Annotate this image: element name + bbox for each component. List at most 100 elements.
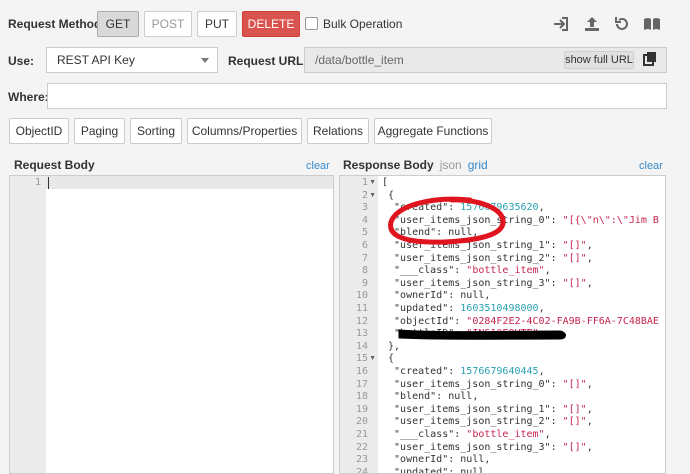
- post-button[interactable]: POST: [144, 11, 192, 37]
- json-key: "user_items_json_string_2":: [382, 252, 563, 264]
- fold-toggle-icon[interactable]: ▼: [369, 179, 376, 186]
- json-key: "blend":: [382, 227, 449, 239]
- request-body-editor[interactable]: 1: [9, 175, 334, 474]
- json-value: "[]": [562, 441, 587, 453]
- line-number: 22: [355, 441, 368, 453]
- tab-sorting[interactable]: Sorting: [130, 118, 182, 144]
- where-label: Where:: [8, 90, 49, 104]
- get-button[interactable]: GET: [97, 11, 139, 37]
- code-line: {: [382, 353, 394, 364]
- json-value: "[]": [562, 240, 587, 251]
- json-value: "[]": [562, 416, 587, 428]
- request-gutter: 1: [10, 176, 46, 473]
- use-label: Use:: [8, 54, 35, 68]
- code-line: "ownerId": null,: [382, 454, 490, 465]
- json-punctuation: ,: [586, 416, 593, 428]
- code-line: "bottleID": "INS10E0HTE": [382, 328, 539, 339]
- json-key: "updated":: [382, 466, 461, 474]
- response-gutter: 1 ▼ 2 ▼ 3 4 5 6 7 8 9 10 11 12 13 14 15 ▼ 16 17 18 19 20 21 22 23…: [340, 176, 378, 473]
- json-key: "bottleID":: [382, 328, 467, 340]
- request-clear-link[interactable]: clear: [306, 160, 330, 172]
- line-number: 18: [355, 391, 368, 403]
- json-punctuation: ,: [586, 378, 593, 390]
- book-icon[interactable]: [643, 15, 661, 33]
- tab-paging[interactable]: Paging: [74, 118, 125, 144]
- json-value: null: [448, 391, 473, 403]
- code-line: "user_items_json_string_0": "[]",: [382, 379, 593, 390]
- json-punctuation: ,: [586, 441, 593, 453]
- fold-toggle-icon[interactable]: ▼: [369, 355, 376, 362]
- delete-button[interactable]: DELETE: [242, 11, 300, 37]
- response-body-editor[interactable]: 1 ▼ 2 ▼ 3 4 5 6 7 8 9 10 11 12 13 14 15 ▼ 16 17 18 19 20 21 22 23…: [339, 175, 666, 474]
- code-line: "user_items_json_string_2": "[]",: [382, 416, 593, 427]
- active-line: [10, 176, 333, 189]
- line-number: 2: [361, 189, 368, 201]
- code-line: "user_items_json_string_2": "[]",: [382, 253, 593, 264]
- upload-icon[interactable]: [583, 15, 601, 33]
- code-line: "created": 1576679635620,: [382, 202, 545, 213]
- tab-aggregate-functions[interactable]: Aggregate Functions: [374, 118, 492, 144]
- json-punctuation: ,: [586, 277, 593, 289]
- json-value: null: [460, 290, 485, 302]
- code-line: "___class": "bottle_item",: [382, 265, 551, 276]
- json-punctuation: {: [382, 189, 395, 201]
- code-line: "user_items_json_string_3": "[]",: [382, 278, 593, 289]
- json-key: "updated":: [382, 303, 461, 314]
- json-value: "0284F2E2-4C02-FA9B-FF6A-7C48BAE: [466, 315, 659, 327]
- json-punctuation: ,: [472, 227, 479, 239]
- api-key-select[interactable]: REST API Key: [46, 47, 218, 73]
- json-value: "[]": [562, 403, 587, 415]
- copy-icon[interactable]: [642, 51, 658, 67]
- code-line: "blend": null,: [382, 227, 478, 238]
- line-number: 20: [355, 416, 368, 428]
- login-icon[interactable]: [552, 15, 570, 33]
- put-button[interactable]: PUT: [197, 11, 237, 37]
- code-line: "updated": 1603510498000,: [382, 303, 545, 314]
- json-punctuation: ,: [484, 454, 491, 466]
- json-punctuation: {: [382, 353, 395, 365]
- bulk-operation-checkbox[interactable]: [305, 17, 318, 30]
- line-number: 12: [355, 315, 368, 327]
- json-punctuation: ,: [538, 202, 545, 214]
- request-method-label: Request Method:: [8, 17, 106, 31]
- json-key: "created":: [382, 202, 461, 214]
- tab-relations[interactable]: Relations: [307, 118, 369, 144]
- where-input[interactable]: [47, 83, 667, 109]
- json-key: "ownerId":: [382, 454, 461, 466]
- line-number: 21: [355, 429, 368, 440]
- line-number: 5: [361, 227, 368, 239]
- request-url-label: Request URL:: [228, 54, 308, 68]
- grid-tab[interactable]: grid: [468, 158, 488, 172]
- json-key: "user_items_json_string_0":: [382, 214, 563, 226]
- line-number: 13: [355, 328, 368, 340]
- line-number: 1: [34, 177, 41, 188]
- line-number: 15: [355, 353, 368, 365]
- json-key: "___class":: [382, 265, 467, 277]
- undo-icon[interactable]: [613, 15, 631, 33]
- json-value: "INS10E0HTE": [466, 328, 539, 340]
- tab-objectid[interactable]: ObjectID: [9, 118, 69, 144]
- json-key: "user_items_json_string_1":: [382, 403, 563, 415]
- line-number: 16: [355, 366, 368, 377]
- json-punctuation: ,: [586, 252, 593, 264]
- response-clear-link[interactable]: clear: [639, 160, 663, 172]
- line-number: 23: [355, 454, 368, 466]
- json-punctuation: ,: [538, 303, 545, 314]
- json-value: 1576679635620: [460, 202, 539, 214]
- code-line: "user_items_json_string_1": "[]",: [382, 240, 593, 251]
- fold-toggle-icon[interactable]: ▼: [369, 192, 376, 199]
- code-line: },: [382, 341, 400, 352]
- json-key: "objectId":: [382, 315, 467, 327]
- json-value: null: [448, 227, 473, 239]
- line-number: 14: [355, 340, 368, 352]
- tab-columns-properties[interactable]: Columns/Properties: [187, 118, 302, 144]
- code-line: "updated": null: [382, 466, 484, 474]
- request-body-title: Request Body: [14, 158, 95, 172]
- json-value: "bottle_item": [466, 265, 545, 277]
- line-number: 1: [361, 177, 368, 188]
- show-full-url-button[interactable]: show full URL: [564, 51, 634, 69]
- json-tab[interactable]: json: [440, 158, 462, 172]
- code-line: "___class": "bottle_item",: [382, 429, 551, 440]
- json-value: 1603510498000: [460, 303, 539, 314]
- json-punctuation: ,: [544, 265, 551, 277]
